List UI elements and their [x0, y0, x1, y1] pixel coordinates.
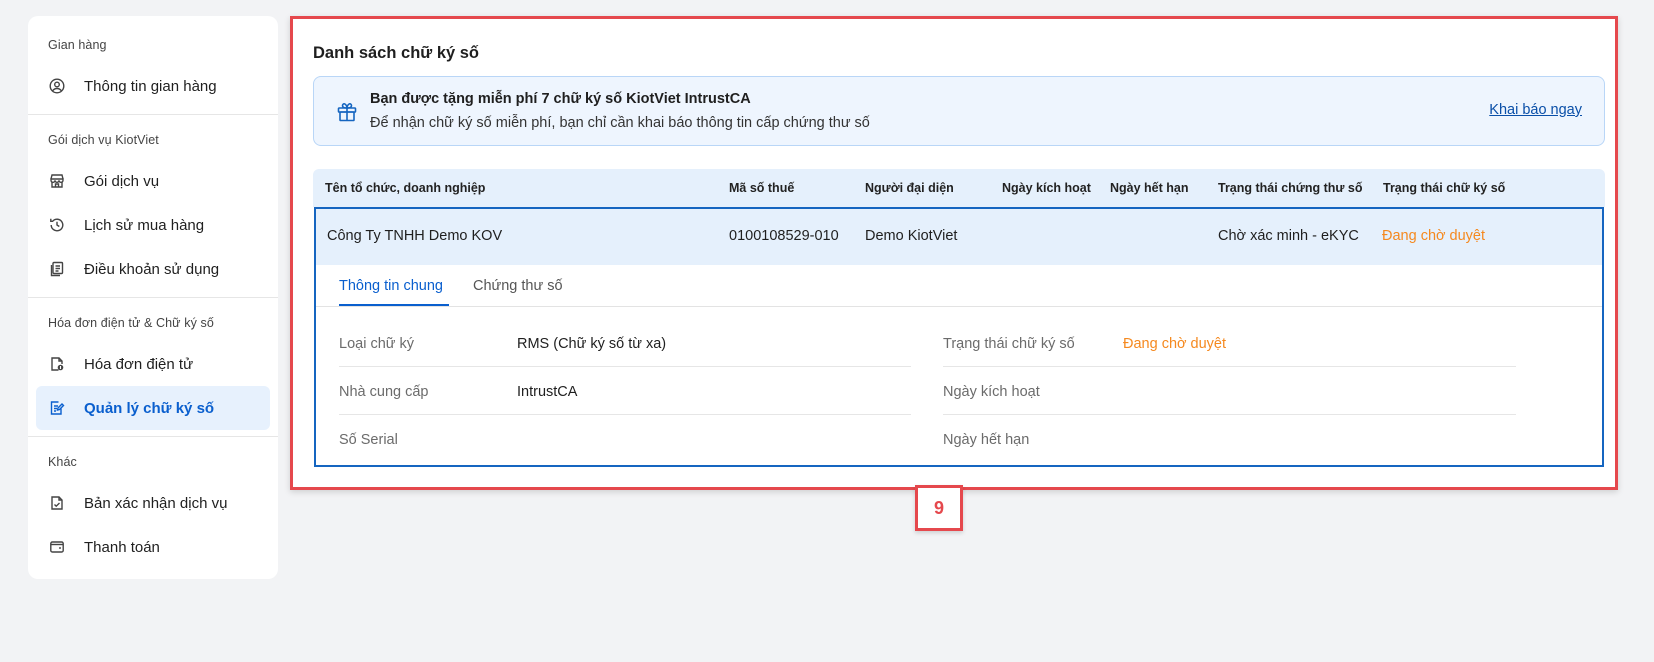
declare-now-link[interactable]: Khai báo ngay	[1489, 102, 1582, 118]
sidebar-section-title: Gian hàng	[48, 38, 107, 52]
column-header-signature-status: Trạng thái chữ ký số	[1383, 181, 1506, 195]
sidebar: Gian hàng Thông tin gian hàng Gói dịch v…	[28, 16, 278, 579]
column-header-org: Tên tổ chức, doanh nghiệp	[325, 181, 486, 195]
sidebar-item-purchase-history[interactable]: Lịch sử mua hàng	[36, 203, 270, 247]
info-row-signature-type: Loại chữ ký RMS (Chữ ký số từ xa)	[339, 319, 911, 367]
sidebar-item-label: Gói dịch vụ	[84, 172, 160, 190]
info-value: Đang chờ duyệt	[1123, 336, 1227, 352]
wallet-icon	[48, 538, 66, 556]
sidebar-item-label: Thông tin gian hàng	[84, 77, 217, 95]
info-row-expiry-date: Ngày hết hạn	[943, 415, 1516, 463]
tab-certificate[interactable]: Chứng thư số	[473, 278, 563, 294]
banner-title: Bạn được tặng miễn phí 7 chữ ký số KiotV…	[370, 91, 751, 107]
sidebar-section-title: Khác	[48, 455, 77, 469]
sidebar-item-service-confirmation[interactable]: Bản xác nhận dịch vụ	[36, 481, 270, 525]
divider	[28, 436, 278, 437]
active-tab-indicator	[339, 304, 449, 306]
detail-tabs: Thông tin chung Chứng thư số	[316, 265, 1602, 307]
signature-icon	[48, 399, 66, 417]
cell-representative: Demo KiotViet	[865, 228, 958, 244]
cell-signature-status: Đang chờ duyệt	[1382, 228, 1486, 244]
divider	[28, 297, 278, 298]
info-label: Số Serial	[339, 432, 398, 448]
sidebar-item-service-plan[interactable]: Gói dịch vụ	[36, 159, 270, 203]
digital-signature-panel: Danh sách chữ ký số Bạn được tặng miễn p…	[290, 16, 1618, 490]
sidebar-item-label: Lịch sử mua hàng	[84, 216, 205, 234]
info-row-activation-date: Ngày kích hoạt	[943, 367, 1516, 415]
info-row-serial: Số Serial	[339, 415, 911, 463]
promo-banner: Bạn được tặng miễn phí 7 chữ ký số KiotV…	[313, 76, 1605, 146]
info-label: Ngày hết hạn	[943, 432, 1030, 448]
column-header-cert-status: Trạng thái chứng thư số	[1218, 181, 1363, 195]
sidebar-item-label: Bản xác nhận dịch vụ	[84, 494, 228, 512]
sidebar-item-signature-management[interactable]: Quản lý chữ ký số	[36, 386, 270, 430]
cell-cert-status: Chờ xác minh - eKYC	[1218, 228, 1359, 244]
cell-org: Công Ty TNHH Demo KOV	[327, 228, 503, 244]
file-check-icon	[48, 494, 66, 512]
info-value: RMS (Chữ ký số từ xa)	[517, 336, 667, 352]
table-header: Tên tổ chức, doanh nghiệp Mã số thuế Ngư…	[313, 169, 1605, 207]
invoice-icon	[48, 355, 66, 373]
info-row-signature-status: Trạng thái chữ ký số Đang chờ duyệt	[943, 319, 1516, 367]
annotation-badge: 9	[915, 485, 963, 531]
document-icon	[48, 260, 66, 278]
column-header-representative: Người đại diện	[865, 181, 954, 195]
gift-icon	[336, 101, 358, 123]
page-title: Danh sách chữ ký số	[313, 44, 480, 62]
sidebar-item-e-invoice[interactable]: Hóa đơn điện tử	[36, 342, 270, 386]
info-label: Nhà cung cấp	[339, 384, 429, 400]
sidebar-item-payment[interactable]: Thanh toán	[36, 525, 270, 569]
cell-tax-code: 0100108529-010	[729, 228, 839, 244]
tab-general-info[interactable]: Thông tin chung	[339, 278, 443, 294]
info-row-provider: Nhà cung cấp IntrustCA	[339, 367, 911, 415]
sidebar-item-label: Quản lý chữ ký số	[84, 399, 215, 417]
sidebar-item-label: Điều khoản sử dụng	[84, 260, 220, 278]
sidebar-item-terms[interactable]: Điều khoản sử dụng	[36, 247, 270, 291]
sidebar-item-label: Hóa đơn điện tử	[84, 355, 194, 373]
sidebar-section-title: Hóa đơn điện tử & Chữ ký số	[48, 316, 214, 330]
column-header-tax-code: Mã số thuế	[729, 181, 795, 195]
info-label: Ngày kích hoạt	[943, 384, 1040, 400]
sidebar-item-store-info[interactable]: Thông tin gian hàng	[36, 64, 270, 108]
expanded-row: Công Ty TNHH Demo KOV 0100108529-010 Dem…	[314, 207, 1604, 467]
sidebar-section-title: Gói dịch vụ KiotViet	[48, 133, 159, 147]
info-label: Trạng thái chữ ký số	[943, 336, 1075, 352]
user-circle-icon	[48, 77, 66, 95]
column-header-expiry-date: Ngày hết hạn	[1110, 181, 1189, 195]
table-row[interactable]: Công Ty TNHH Demo KOV 0100108529-010 Dem…	[316, 209, 1602, 265]
column-header-activation-date: Ngày kích hoạt	[1002, 181, 1091, 195]
store-icon	[48, 172, 66, 190]
divider	[28, 114, 278, 115]
history-icon	[48, 216, 66, 234]
info-label: Loại chữ ký	[339, 336, 414, 352]
banner-subtitle: Để nhận chữ ký số miễn phí, bạn chỉ cần …	[370, 115, 870, 131]
sidebar-item-label: Thanh toán	[84, 538, 160, 556]
info-value: IntrustCA	[517, 384, 578, 400]
